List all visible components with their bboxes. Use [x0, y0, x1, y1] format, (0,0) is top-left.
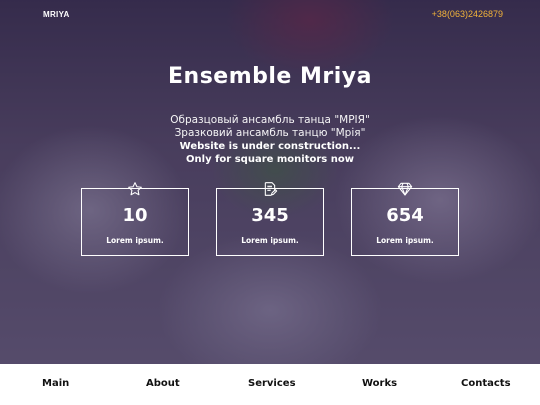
stat-value: 10 [122, 205, 148, 226]
stat-box-2: 345 Lorem ipsum. [216, 182, 324, 256]
page-title: Ensemble Mriya [168, 64, 372, 89]
nav-item-works[interactable]: Works [362, 378, 397, 389]
stat-label: Lorem ipsum. [106, 236, 164, 245]
diamond-icon [352, 181, 458, 199]
document-edit-icon [217, 181, 323, 199]
subtitle-russian: Образцовый ансамбль танца "МРІЯ" [170, 114, 370, 126]
subtitle-ukrainian: Зразковий ансамбль танцю "Мрія" [174, 127, 366, 139]
star-icon [82, 181, 188, 199]
hero-content: MRIYA +38(063)2426879 Ensemble Mriya Обр… [0, 0, 540, 364]
construction-notice: Website is under construction... [179, 141, 361, 152]
monitor-notice: Only for square monitors now [186, 154, 354, 165]
stat-value: 345 [251, 205, 289, 226]
nav-item-contacts[interactable]: Contacts [461, 378, 511, 389]
hero-section: MRIYA +38(063)2426879 Ensemble Mriya Обр… [0, 0, 540, 364]
stat-label: Lorem ipsum. [376, 236, 434, 245]
hero-subtitles: Образцовый ансамбль танца "МРІЯ" Зразков… [0, 114, 540, 166]
nav-item-main[interactable]: Main [42, 378, 69, 389]
stat-box-1: 10 Lorem ipsum. [81, 182, 189, 256]
phone-link[interactable]: +38(063)2426879 [432, 9, 503, 19]
nav-item-about[interactable]: About [146, 378, 180, 389]
stat-value: 654 [386, 205, 424, 226]
stat-box-3: 654 Lorem ipsum. [351, 182, 459, 256]
nav-item-services[interactable]: Services [248, 378, 296, 389]
bottom-nav: Main About Services Works Contacts [0, 364, 540, 405]
site-logo[interactable]: MRIYA [43, 10, 70, 19]
stat-label: Lorem ipsum. [241, 236, 299, 245]
